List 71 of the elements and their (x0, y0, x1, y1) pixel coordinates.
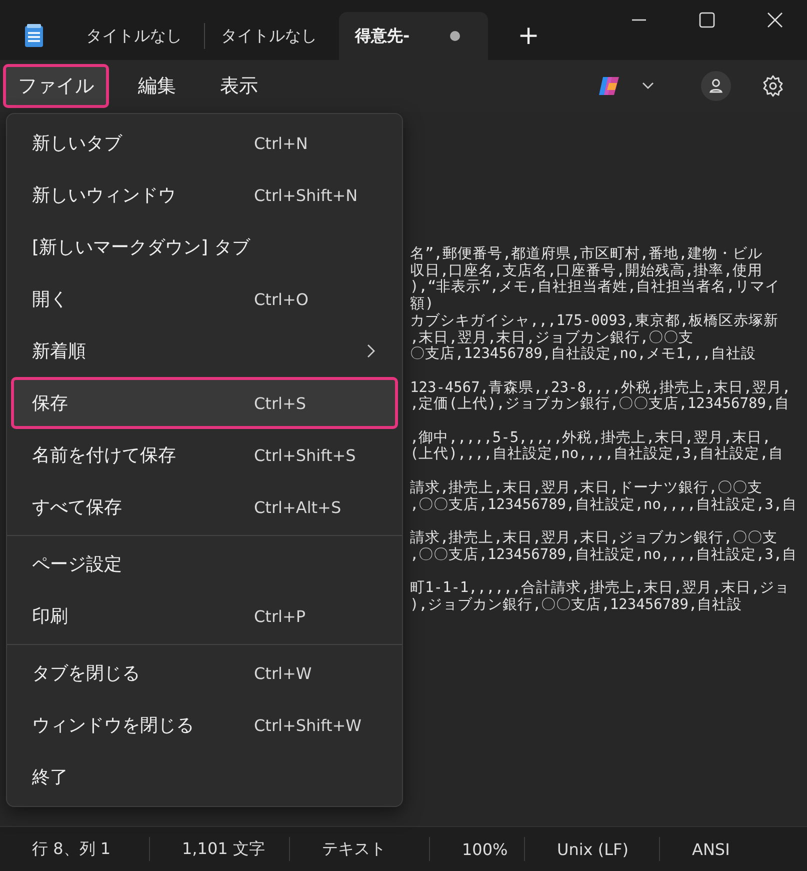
text-line: 額) (410, 296, 434, 313)
close-icon[interactable] (767, 12, 783, 28)
menu-item[interactable]: 新しいウィンドウ Ctrl+Shift+N (11, 169, 398, 221)
menu-item[interactable]: 新しいタブ Ctrl+N (11, 117, 398, 169)
menu-bar-item[interactable]: 編集 (123, 64, 191, 108)
menu-item-label: 名前を付けて保存 (32, 444, 176, 467)
menu-item-label: [新しいマークダウン] タブ (32, 236, 250, 259)
shortcut-text: Ctrl+P (254, 606, 306, 626)
text-line: カブシキガイシャ,,,175-0093,東京都,板橋区赤塚新 (410, 312, 778, 330)
status-item: 100% (462, 840, 508, 858)
menu-item[interactable]: [新しいマークダウン] タブ (11, 221, 398, 273)
menu-item[interactable]: 新着順 (11, 325, 398, 377)
menu-item[interactable]: 開く Ctrl+O (11, 273, 398, 325)
status-item: ANSI (692, 840, 730, 858)
menu-item-label: 保存 (32, 392, 68, 415)
menu-bar-item[interactable]: 表示 (205, 64, 273, 108)
new-tab-button[interactable]: + (500, 12, 558, 60)
text-line: 〇支店,123456789,自社設定,no,メモ1,,,自社設 (410, 346, 756, 363)
menu-item-label: 開く (32, 288, 68, 311)
menu-item-label: ページ設定 (32, 553, 122, 576)
status-item: 行 8、列 1 (32, 838, 111, 860)
account-icon[interactable] (701, 71, 731, 101)
status-item: テキスト (322, 838, 386, 860)
menu-item[interactable]: 終了 (11, 751, 398, 803)
text-line: ),“非表示”,メモ,自社担当者姓,自社担当者名,リマイ (410, 279, 780, 296)
menu-item-label: 新しいウィンドウ (32, 184, 176, 207)
text-line: ,御中,,,,,5-5,,,,,外税,掛売上,末日,翌月,末日, (410, 430, 771, 446)
text-line: 収日,口座名,支店名,口座番号,開始残高,掛率,使用 (410, 262, 762, 279)
menu-item-label: 終了 (32, 766, 68, 789)
menu-item-label: 新着順 (32, 340, 86, 363)
menu-item[interactable]: すべて保存 Ctrl+Alt+S (11, 481, 398, 533)
text-line: ,定価(上代),ジョブカン銀行,〇〇支店,123456789,自 (410, 396, 790, 414)
menu-item[interactable]: 保存 Ctrl+S (11, 377, 398, 429)
menu-item[interactable]: タブを閉じる Ctrl+W (11, 647, 398, 699)
text-line: 請求,掛売上,末日,翌月,末日,ドーナツ銀行,〇〇支 (410, 480, 762, 496)
maximize-icon[interactable] (699, 12, 715, 28)
menu-item-label: すべて保存 (32, 496, 122, 519)
menu-item[interactable]: ウィンドウを閉じる Ctrl+Shift+W (11, 699, 398, 751)
text-line: ,〇〇支店,123456789,自社設定,no,,,,自社設定,3,自 (410, 546, 798, 564)
menu-bar-item[interactable]: ファイル (3, 64, 109, 108)
chevron-down-icon[interactable] (641, 81, 655, 91)
status-item: 1,101 文字 (182, 838, 265, 860)
text-line: ,末日,翌月,末日,ジョブカン銀行,〇〇支 (410, 330, 694, 346)
menu-item-label: 印刷 (32, 605, 68, 628)
text-line: 町1-1-1,,,,,,合計請求,掛売上,末日,翌月,末日,ジョ (410, 580, 790, 596)
text-line: (上代),,,,自社設定,no,,,,自社設定,3,自社設定,自 (410, 446, 784, 464)
shortcut-text: Ctrl+Alt+S (254, 498, 342, 516)
menu-item[interactable]: 名前を付けて保存 Ctrl+Shift+S (11, 429, 398, 481)
tab[interactable]: 得意先- (339, 12, 488, 60)
menu-item-label: タブを閉じる (32, 662, 140, 685)
shortcut-text: Ctrl+Shift+S (254, 446, 356, 464)
menu-item[interactable]: 印刷 Ctrl+P (11, 590, 398, 642)
menu-item-label: ウィンドウを閉じる (32, 714, 194, 737)
menu-item-label: 新しいタブ (32, 132, 122, 155)
status-item: Unix (LF) (557, 840, 628, 858)
shortcut-text: Ctrl+N (254, 134, 308, 152)
shortcut-text: Ctrl+Shift+W (254, 716, 362, 734)
shortcut-text: Ctrl+S (254, 394, 306, 412)
menu-item[interactable]: ページ設定 (11, 538, 398, 590)
text-line: 名”,郵便番号,都道府県,市区町村,番地,建物・ビル (410, 246, 762, 262)
settings-icon[interactable] (761, 74, 785, 98)
tab[interactable]: タイトルなし (205, 12, 339, 60)
shortcut-text: Ctrl+Shift+N (254, 186, 358, 204)
shortcut-text: Ctrl+O (254, 290, 308, 308)
notepad-icon (24, 24, 44, 48)
shortcut-text: Ctrl+W (254, 664, 312, 682)
text-line: 請求,掛売上,末日,翌月,末日,ジョブカン銀行,〇〇支 (410, 530, 778, 546)
text-line: ),ジョブカン銀行,〇〇支店,123456789,自社設 (410, 596, 742, 614)
text-line: ,〇〇支店,123456789,自社設定,no,,,,自社設定,3,自 (410, 496, 798, 514)
tab[interactable]: タイトルなし (70, 12, 204, 60)
text-line: 123-4567,青森県,,23-8,,,,外税,掛売上,末日,翌月, (410, 380, 791, 396)
